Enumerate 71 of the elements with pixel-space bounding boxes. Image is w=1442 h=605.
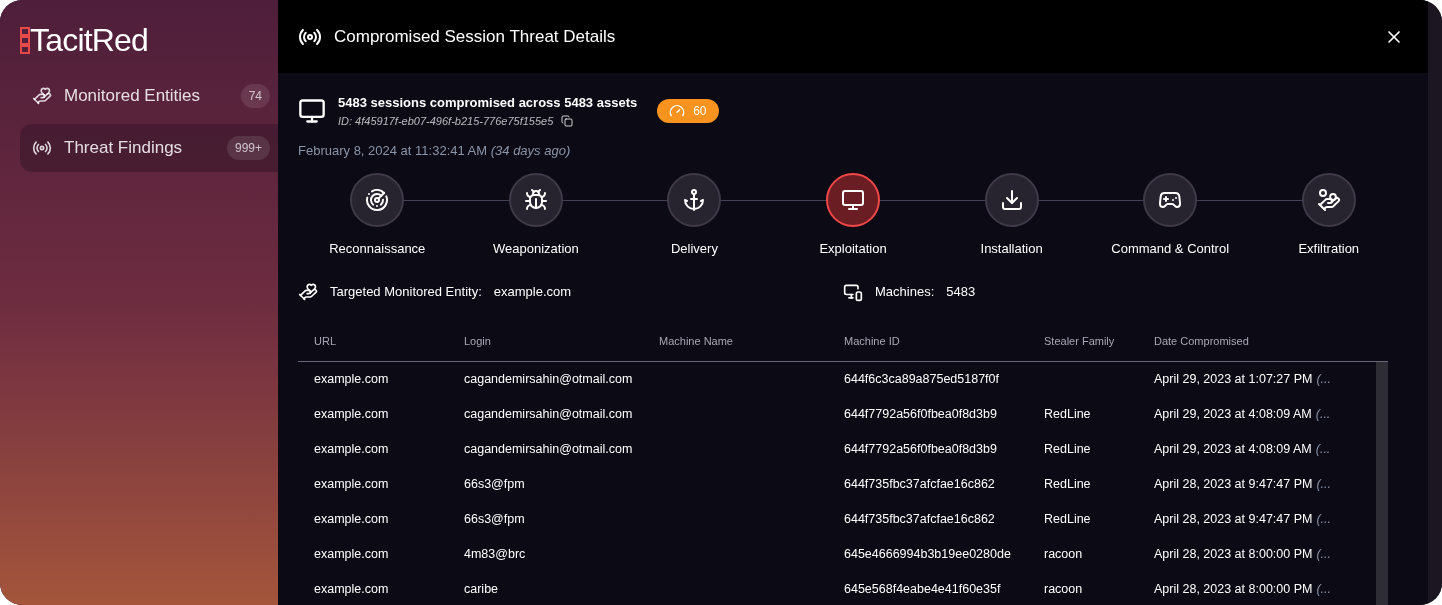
table-cell: RedLine: [1044, 512, 1091, 527]
sidebar-item[interactable]: Threat Findings 999+: [20, 124, 278, 172]
table-cell-text: 644f7792a56f0fbea0f8d3b9: [844, 406, 998, 424]
column-header[interactable]: Machine Name: [659, 333, 844, 350]
count-badge: 74: [240, 84, 270, 108]
table-cell-text: April 28, 2023 at 9:47:47 PM: [1154, 511, 1313, 529]
column-header[interactable]: Machine ID: [844, 333, 1044, 350]
column-header[interactable]: Date Compromised: [1154, 333, 1372, 350]
sidebar-label: Monitored Entities: [64, 85, 202, 108]
table-cell-text: cagandemirsahin@otmail.com: [464, 406, 634, 424]
relative-time: (34 days ago): [490, 143, 571, 158]
table-cell-text: April 28, 2023 at 9:47:47 PM: [1154, 476, 1313, 494]
relative-time: (...: [1315, 406, 1331, 424]
table-cell: racoon: [1044, 582, 1083, 597]
table-cell-text: April 29, 2023 at 1:07:27 PM: [1154, 371, 1313, 389]
table-cell: RedLine: [1044, 407, 1091, 422]
relative-time: (...: [1316, 476, 1332, 494]
relative-time: (...: [1316, 371, 1332, 389]
table-cell-text: example.com: [314, 581, 390, 599]
table-cell-text: April 28, 2023 at 8:00:00 PM: [1154, 581, 1313, 599]
table-cell-text: example.com: [314, 371, 390, 389]
stage-label: Delivery: [670, 239, 718, 258]
column-header[interactable]: Login: [464, 333, 659, 350]
sidebar-label: Threat Findings: [64, 137, 184, 160]
machines-value: 5483: [946, 283, 976, 302]
table-cell: racoon: [1044, 547, 1083, 562]
table-cell-text: example.com: [314, 511, 390, 529]
score: 60: [693, 103, 707, 119]
relative-time: (...: [1316, 511, 1332, 529]
stage-label: Weaponization: [493, 239, 579, 258]
sidebar-item[interactable]: Monitored Entities 74: [20, 72, 278, 120]
stage-label: Installation: [980, 239, 1043, 258]
machines-label: Machines:: [875, 283, 935, 302]
stage-label: Reconnaissance: [329, 239, 426, 258]
timestamp: February 8, 2024 at 11:32:41 AM: [298, 143, 488, 158]
table-cell-text: 66s3@fpm: [464, 511, 526, 529]
table-cell-text: 645e4666994b3b19ee0280de: [844, 546, 1012, 564]
session-id: ID: 4f45917f-eb07-496f-b215-776e75f155e5: [338, 113, 554, 129]
table-cell: RedLine: [1044, 442, 1091, 457]
stage-label: Exploitation: [819, 239, 887, 258]
table-cell-text: cagandemirsahin@otmail.com: [464, 371, 634, 389]
dialog-title: Compromised Session Threat Details: [334, 25, 617, 48]
logo: TacitRed: [30, 24, 149, 56]
count-badge: 999+: [226, 136, 270, 160]
stage-label: Command & Control: [1111, 239, 1230, 258]
table-cell-text: April 29, 2023 at 4:08:09 AM: [1154, 441, 1312, 459]
stage-label: Exfiltration: [1298, 239, 1360, 258]
table-cell-text: cagandemirsahin@otmail.com: [464, 441, 634, 459]
relative-time: (...: [1316, 581, 1332, 599]
table-cell-text: April 28, 2023 at 8:00:00 PM: [1154, 546, 1313, 564]
relative-time: (...: [1315, 441, 1331, 459]
table-cell-text: example.com: [314, 546, 390, 564]
table-cell-text: example.com: [314, 476, 390, 494]
column-header[interactable]: Stealer Family: [1044, 333, 1154, 350]
column-header[interactable]: URL: [314, 333, 464, 350]
table-cell-text: 644f735fbc37afcfae16c862: [844, 511, 996, 529]
entity-value: example.com: [493, 283, 572, 302]
table-cell-text: 644f6c3ca89a875ed5187f0f: [844, 371, 1000, 389]
table-cell-text: example.com: [314, 406, 390, 424]
table-cell-text: 644f7792a56f0fbea0f8d3b9: [844, 441, 998, 459]
table-cell-text: April 29, 2023 at 4:08:09 AM: [1154, 406, 1312, 424]
table-cell-text: example.com: [314, 441, 390, 459]
entity-label: Targeted Monitored Entity:: [330, 283, 482, 302]
table-cell-text: 66s3@fpm: [464, 476, 526, 494]
table-cell-text: 644f735fbc37afcfae16c862: [844, 476, 996, 494]
table-cell-text: 645e568f4eabe4e41f60e35f: [844, 581, 1002, 599]
headline: 5483 sessions compromised across 5483 assets: [338, 94, 638, 112]
table-cell-text: caribe: [464, 581, 500, 599]
table-cell-text: 4m83@brc: [464, 546, 527, 564]
relative-time: (...: [1316, 546, 1332, 564]
table-cell: RedLine: [1044, 477, 1091, 492]
